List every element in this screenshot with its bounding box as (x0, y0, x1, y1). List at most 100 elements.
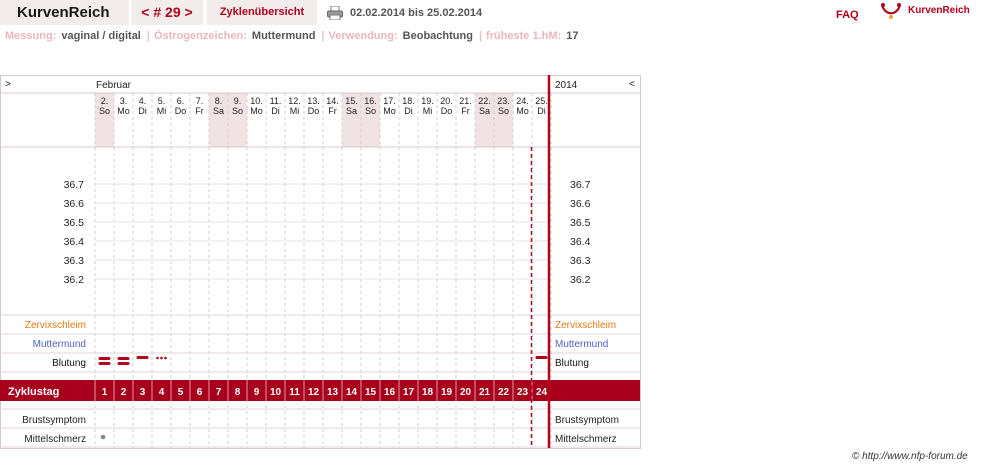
separator: | (321, 30, 325, 42)
day-date-label: 21. (459, 96, 472, 106)
weekday-label: Mi (290, 106, 300, 116)
weekday-label: Mi (157, 106, 167, 116)
temp-tick-left: 36.6 (64, 198, 85, 210)
day-date-label: 15. (345, 96, 358, 106)
cycle-day-number: 13 (327, 387, 339, 398)
printer-icon[interactable] (327, 6, 343, 20)
estrogen-value: Muttermund (251, 30, 316, 42)
cycle-day-number: 15 (365, 387, 377, 398)
weekday-label: Di (271, 106, 280, 116)
cycle-day-number: 23 (517, 387, 529, 398)
cycle-day-number: 4 (159, 387, 165, 398)
logo-text: KurvenReich (908, 5, 970, 16)
weekday-label: So (365, 106, 376, 116)
day-date-label: 18. (402, 96, 415, 106)
day-date-label: 3. (120, 96, 128, 106)
day-date-label: 4. (139, 96, 147, 106)
bleeding-row-label-right: Blutung (555, 358, 589, 369)
weekday-label: Fr (461, 106, 470, 116)
brand-title: KurvenReich (17, 4, 110, 21)
cervical-mucus-row-label: Zervixschleim (25, 320, 86, 331)
cycle-day-number: 12 (308, 387, 320, 398)
day-date-label: 13. (307, 96, 320, 106)
cycle-day-number: 17 (403, 387, 415, 398)
weekday-label: Mo (117, 106, 130, 116)
cycle-day-number: 16 (384, 387, 396, 398)
bleeding-row-label: Blutung (52, 358, 86, 369)
temp-tick-right: 36.6 (570, 198, 591, 210)
weekday-label: Fr (195, 106, 204, 116)
weekday-label: Mo (383, 106, 396, 116)
logo-icon (880, 3, 902, 19)
usage-value: Beobachtung (402, 30, 473, 42)
separator: | (146, 30, 150, 42)
weekday-label: Do (308, 106, 320, 116)
cycle-day-label: Zyklustag (8, 386, 59, 398)
cycle-navigation[interactable]: < # 29 > (131, 0, 203, 25)
day-date-label: 5. (158, 96, 166, 106)
day-date-label: 17. (383, 96, 396, 106)
weekday-label: Sa (213, 106, 224, 116)
cycle-day-number: 22 (498, 387, 510, 398)
bleeding-mark (164, 356, 167, 360)
cycle-day-number: 24 (536, 387, 548, 398)
day-date-label: 8. (215, 96, 223, 106)
usage-label: Verwendung: (328, 30, 398, 42)
cycle-day-number: 2 (121, 387, 127, 398)
cycle-day-number: 11 (289, 387, 300, 398)
temp-tick-right: 36.4 (570, 236, 591, 248)
cycle-day-number: 20 (460, 387, 472, 398)
cycle-day-number: 9 (254, 387, 260, 398)
day-date-label: 12. (288, 96, 301, 106)
measurement-value: vaginal / digital (61, 30, 141, 42)
temp-tick-left: 36.5 (64, 217, 85, 229)
cycle-day-number: 3 (140, 387, 146, 398)
bleeding-mark (160, 356, 163, 360)
cycle-day-number: 10 (270, 387, 282, 398)
bleeding-mark (136, 356, 149, 359)
weekday-label: Mo (516, 106, 529, 116)
weekday-label: So (232, 106, 243, 116)
cervical-mucus-row-label-right: Zervixschleim (555, 320, 616, 331)
temp-tick-right: 36.3 (570, 255, 591, 267)
mittelschmerz-row-label-right: Mittelschmerz (555, 434, 617, 445)
cycle-day-number: 6 (197, 387, 203, 398)
bleeding-mark (98, 362, 111, 365)
cycle-day-number: 19 (441, 387, 453, 398)
measurement-label: Messung: (5, 30, 57, 42)
month-label: Februar (96, 80, 132, 91)
bleeding-mark (98, 357, 111, 360)
breast-row-label-right: Brustsymptom (555, 415, 619, 426)
day-date-label: 6. (177, 96, 185, 106)
weekday-label: Do (175, 106, 187, 116)
day-date-label: 9. (234, 96, 242, 106)
expand-left-button[interactable]: > (5, 79, 11, 90)
cycle-day-number: 14 (346, 387, 358, 398)
faq-link[interactable]: FAQ (836, 9, 859, 21)
day-date-label: 2. (101, 96, 109, 106)
year-label: 2014 (555, 80, 578, 91)
weekday-label: Di (537, 106, 546, 116)
weekday-label: Di (138, 106, 147, 116)
bleeding-mark (117, 362, 130, 365)
mittelschmerz-mark (100, 434, 106, 440)
day-date-label: 22. (478, 96, 491, 106)
day-date-label: 23. (497, 96, 510, 106)
weekday-label: Do (441, 106, 453, 116)
cycle-day-number: 18 (422, 387, 434, 398)
day-date-label: 7. (196, 96, 204, 106)
cycle-day-number: 8 (235, 387, 241, 398)
cycle-day-number: 21 (479, 387, 491, 398)
day-date-label: 19. (421, 96, 434, 106)
temp-tick-right: 36.7 (570, 179, 591, 191)
bleeding-mark (535, 356, 548, 359)
weekday-label: So (99, 106, 110, 116)
weekday-label: Sa (479, 106, 490, 116)
expand-right-button[interactable]: < (629, 79, 635, 90)
weekday-label: Mo (250, 106, 263, 116)
earliest-value: 17 (566, 30, 579, 42)
cycle-overview-link[interactable]: Zyklenübersicht (207, 0, 317, 25)
bleeding-mark (117, 357, 130, 360)
cervix-row-label: Muttermund (33, 339, 86, 350)
cycle-settings-line: Messung: vaginal / digital | Östrogenzeich… (5, 30, 581, 42)
